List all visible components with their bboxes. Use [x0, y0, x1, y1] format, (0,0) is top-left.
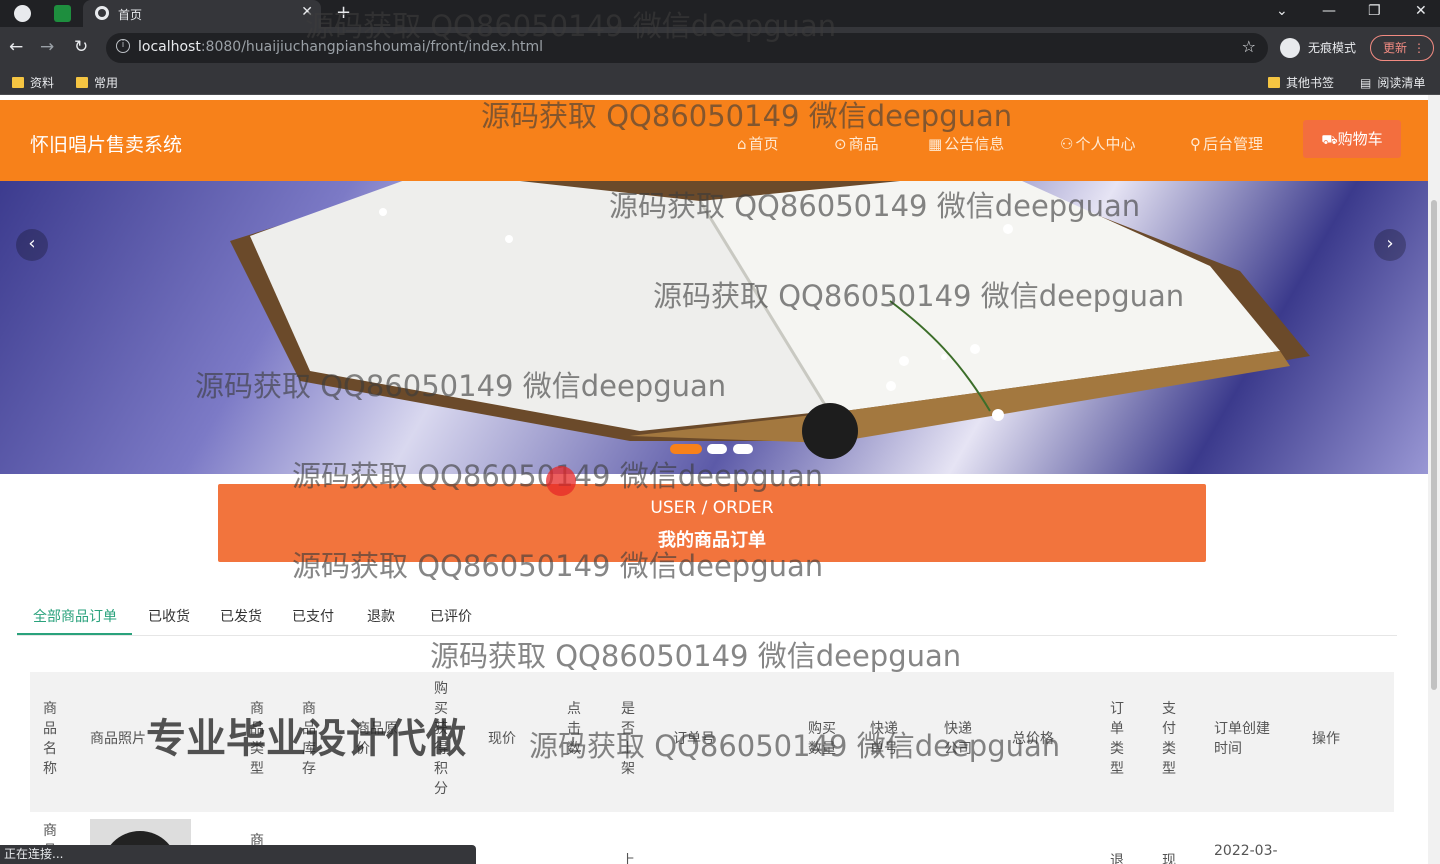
- cell-on-sale: 上: [621, 853, 635, 864]
- new-tab-icon[interactable]: +: [336, 2, 351, 23]
- tab-all-orders[interactable]: 全部商品订单: [33, 606, 117, 626]
- scrollbar-thumb[interactable]: [1431, 200, 1437, 690]
- window-close-icon[interactable]: ✕: [1415, 3, 1427, 19]
- order-section-header: USER / ORDER 我的商品订单: [218, 484, 1206, 562]
- info-icon[interactable]: i: [116, 39, 130, 53]
- nav-admin[interactable]: ⚲ 后台管理: [1190, 133, 1263, 154]
- tab-title: 首页: [118, 8, 143, 22]
- more-menu-icon: ⋮: [1413, 41, 1425, 55]
- browser-tab-strip: 首页 ✕ + ⌄ — ❐ ✕: [0, 0, 1440, 27]
- th-goods-type: 商品类型: [250, 701, 264, 777]
- th-order-no: 订单号: [673, 731, 715, 747]
- tab-received[interactable]: 已收货: [148, 606, 190, 626]
- order-header-en: USER / ORDER: [650, 498, 774, 518]
- th-pay-type: 支付类型: [1162, 701, 1176, 777]
- url-text: localhost:8080/huaijiuchangpianshoumai/f…: [138, 39, 544, 55]
- browser-toolbar: ← → ↻ i localhost:8080/huaijiuchangpians…: [0, 27, 1440, 69]
- mouse-cursor-highlight: [546, 466, 576, 496]
- carousel-next-icon[interactable]: ›: [1374, 229, 1406, 261]
- page-scrollbar[interactable]: [1428, 95, 1440, 864]
- th-on-sale: 是否上架: [621, 701, 635, 777]
- chevron-down-icon[interactable]: ⌄: [1276, 3, 1288, 19]
- goods-icon: ⊙: [834, 135, 847, 153]
- tab-paid[interactable]: 已支付: [292, 606, 334, 626]
- incognito-label: 无痕模式: [1308, 41, 1357, 55]
- cart-button[interactable]: ⛟购物车: [1303, 120, 1401, 158]
- active-tab-indicator: [17, 633, 132, 635]
- browser-tab-home[interactable]: 首页 ✕: [83, 0, 321, 27]
- update-label: 更新: [1383, 41, 1408, 55]
- order-tabs: 全部商品订单 已收货 已发货 已支付 退款 已评价: [17, 600, 1397, 636]
- close-icon[interactable]: ✕: [301, 4, 313, 20]
- th-order-type: 订单类型: [1110, 701, 1124, 777]
- carousel-dot[interactable]: [707, 444, 727, 454]
- tab-reviewed[interactable]: 已评价: [430, 606, 472, 626]
- browser-status-bar: 正在连接...: [0, 845, 476, 864]
- incognito-indicator[interactable]: 无痕模式: [1276, 34, 1366, 62]
- bookmark-folder-changyong[interactable]: 常用: [76, 74, 118, 91]
- update-button[interactable]: 更新 ⋮: [1370, 35, 1434, 61]
- th-created-time: 订单创建时间: [1214, 721, 1270, 757]
- carousel-dot-active[interactable]: [670, 444, 702, 454]
- th-actions: 操作: [1312, 731, 1340, 747]
- cart-icon: ⛟: [1321, 133, 1338, 148]
- site-brand[interactable]: 怀旧唱片售卖系统: [30, 130, 182, 157]
- folder-icon: [12, 77, 24, 88]
- bookmark-folder-ziliao[interactable]: 资料: [12, 74, 54, 91]
- banner-image-book: [230, 181, 1310, 459]
- cell-order-type: 退: [1110, 853, 1124, 864]
- th-total: 总价格: [1012, 731, 1054, 747]
- th-tracking-no: 快递单号: [870, 721, 898, 757]
- th-clicks: 点击数: [567, 701, 581, 757]
- table-header: 商品名称 商品照片 商品类型 商品库存 商品原价 购买获得积分 现价 点击数 是…: [30, 672, 1394, 812]
- user-icon: ⚇: [1060, 135, 1074, 153]
- forward-icon[interactable]: →: [40, 37, 54, 57]
- bookmark-star-icon[interactable]: ☆: [1242, 37, 1256, 56]
- th-goods-photo: 商品照片: [90, 731, 146, 747]
- address-bar[interactable]: i localhost:8080/huaijiuchangpianshoumai…: [106, 33, 1268, 63]
- banner-carousel[interactable]: ‹ ›: [0, 181, 1428, 474]
- bookmarks-bar: 资料 常用 其他书签 ▤ 阅读清单: [0, 69, 1440, 95]
- folder-icon: [1268, 77, 1280, 88]
- reading-list-icon: ▤: [1360, 76, 1372, 90]
- cell-created-time: 2022-03-: [1214, 843, 1278, 859]
- bookmark-folder-other[interactable]: 其他书签: [1268, 74, 1334, 91]
- reload-icon[interactable]: ↻: [74, 37, 88, 57]
- minimize-icon[interactable]: —: [1322, 3, 1336, 19]
- th-quantity: 购买数量: [808, 721, 836, 757]
- carousel-dot[interactable]: [733, 444, 753, 454]
- nav-home[interactable]: ⌂ 首页: [737, 133, 779, 154]
- th-current-price: 现价: [488, 731, 516, 747]
- reading-list[interactable]: ▤ 阅读清单: [1360, 74, 1425, 91]
- site-header: 怀旧唱片售卖系统 ⌂ 首页 ⊙ 商品 ▦ 公告信息 ⚇ 个人中心 ⚲ 后台管理 ⛟购物车: [0, 100, 1428, 181]
- nav-notices[interactable]: ▦ 公告信息: [928, 133, 1004, 154]
- incognito-icon: [1280, 38, 1300, 58]
- order-header-cn: 我的商品订单: [658, 530, 766, 551]
- restore-icon[interactable]: ❐: [1368, 3, 1381, 19]
- nav-goods[interactable]: ⊙ 商品: [834, 133, 879, 154]
- page-viewport: 怀旧唱片售卖系统 ⌂ 首页 ⊙ 商品 ▦ 公告信息 ⚇ 个人中心 ⚲ 后台管理 ⛟购物车 …: [0, 95, 1428, 864]
- globe-icon: [95, 6, 109, 20]
- app-shortcut-icon[interactable]: [54, 5, 71, 22]
- folder-icon: [76, 77, 88, 88]
- th-courier: 快递公司: [944, 721, 972, 757]
- th-goods-stock: 商品库存: [302, 701, 316, 777]
- nav-profile[interactable]: ⚇ 个人中心: [1060, 133, 1135, 154]
- th-original-price: 商品原价: [356, 721, 398, 757]
- cell-pay-type: 现: [1162, 853, 1176, 864]
- tab-shipped[interactable]: 已发货: [220, 606, 262, 626]
- home-icon: ⌂: [737, 135, 747, 153]
- th-points: 购买获得积分: [434, 681, 448, 797]
- th-goods-name: 商品名称: [43, 701, 57, 777]
- back-icon[interactable]: ←: [9, 37, 23, 57]
- link-icon: ⚲: [1190, 135, 1201, 153]
- notice-icon: ▦: [928, 135, 943, 153]
- tab-refund[interactable]: 退款: [367, 606, 395, 626]
- browser-menu-icon[interactable]: [14, 5, 31, 22]
- carousel-prev-icon[interactable]: ‹: [16, 229, 48, 261]
